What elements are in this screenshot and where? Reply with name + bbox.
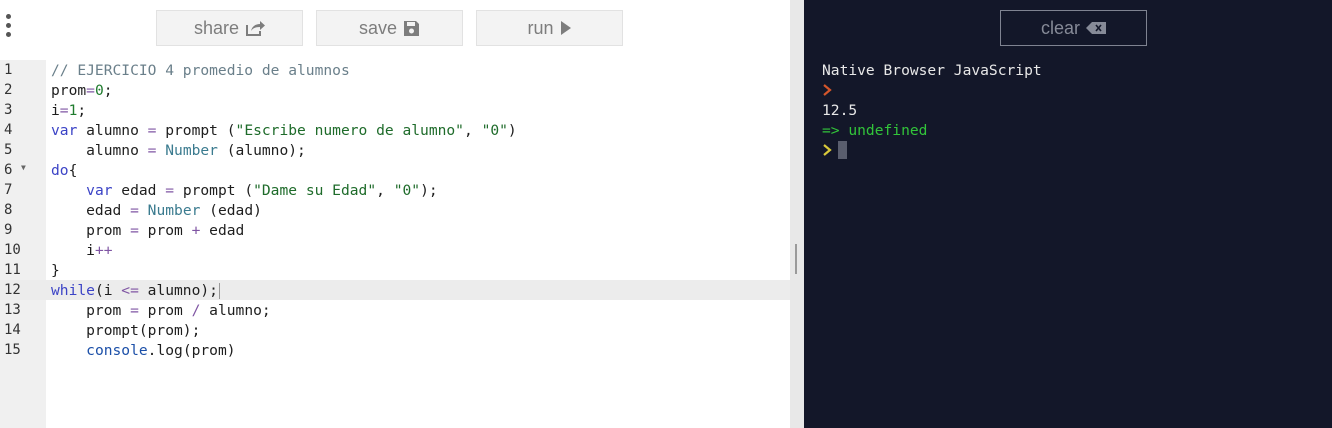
save-button[interactable]: save bbox=[316, 10, 463, 46]
play-icon bbox=[560, 21, 571, 35]
line-number: 15 bbox=[4, 342, 21, 358]
input-prompt-chevron-icon bbox=[823, 144, 832, 156]
prompt-chevron-icon bbox=[823, 84, 832, 96]
code-line[interactable]: 4 var alumno = prompt ("Escribe numero d… bbox=[0, 120, 790, 140]
line-text: prom = prom + edad bbox=[51, 221, 245, 239]
floppy-disk-icon bbox=[404, 20, 420, 36]
console-output: Native Browser JavaScript 12.5 => undefi… bbox=[822, 60, 1042, 160]
fold-arrow-icon[interactable]: ▼ bbox=[21, 163, 26, 172]
line-number: 10 bbox=[4, 242, 21, 258]
code-line[interactable]: 7 var edad = prompt ("Dame su Edad", "0"… bbox=[0, 180, 790, 200]
share-button[interactable]: share bbox=[156, 10, 303, 46]
console-cursor bbox=[838, 141, 847, 159]
console-title: Native Browser JavaScript bbox=[822, 61, 1042, 79]
line-text: // EJERCICIO 4 promedio de alumnos bbox=[51, 61, 350, 79]
save-label: save bbox=[358, 17, 398, 38]
code-line[interactable]: 9 prom = prom + edad bbox=[0, 220, 790, 240]
code-editor[interactable]: 1 // EJERCICIO 4 promedio de alumnos 2 p… bbox=[0, 60, 790, 360]
console-input-line[interactable] bbox=[822, 140, 1042, 160]
line-text: var alumno = prompt ("Escribe numero de … bbox=[51, 121, 517, 139]
code-line[interactable]: 2 prom=0; bbox=[0, 80, 790, 100]
code-line[interactable]: 13 prom = prom / alumno; bbox=[0, 300, 790, 320]
line-number: 5 bbox=[4, 142, 13, 158]
code-line[interactable]: 5 alumno = Number (alumno); bbox=[0, 140, 790, 160]
line-text: prom=0; bbox=[51, 81, 113, 99]
editor-pane: share save run 1 // EJERCICIO 4 promedio… bbox=[0, 0, 790, 428]
line-text: prom = prom / alumno; bbox=[51, 301, 271, 319]
code-line[interactable]: 8 edad = Number (edad) bbox=[0, 200, 790, 220]
line-number: 14 bbox=[4, 322, 21, 338]
line-text: alumno = Number (alumno); bbox=[51, 141, 306, 159]
run-button[interactable]: run bbox=[476, 10, 623, 46]
line-number: 3 bbox=[4, 102, 13, 118]
code-line[interactable]: 3 i=1; bbox=[0, 100, 790, 120]
line-text: prompt(prom); bbox=[51, 321, 201, 339]
code-line[interactable]: 6 ▼ do{ bbox=[0, 160, 790, 180]
run-label: run bbox=[527, 17, 554, 38]
share-arrow-icon bbox=[246, 21, 266, 36]
line-number: 12 bbox=[4, 282, 21, 298]
line-number: 4 bbox=[4, 122, 13, 138]
line-number-value: 6 bbox=[4, 162, 13, 178]
line-text: do{ bbox=[51, 161, 78, 179]
line-text: while(i <= alumno); bbox=[51, 281, 220, 299]
code-line[interactable]: 11 } bbox=[0, 260, 790, 280]
console-prompt-line bbox=[822, 80, 1042, 100]
console-pane[interactable]: clear Native Browser JavaScript 12.5 => … bbox=[804, 0, 1332, 428]
clear-label: clear bbox=[1040, 17, 1080, 38]
splitter-grip[interactable] bbox=[795, 244, 797, 274]
code-line[interactable]: 10 i++ bbox=[0, 240, 790, 260]
line-number: 7 bbox=[4, 182, 13, 198]
code-line[interactable]: 1 // EJERCICIO 4 promedio de alumnos bbox=[0, 60, 790, 80]
line-number: 11 bbox=[4, 262, 21, 278]
backspace-icon bbox=[1086, 22, 1106, 34]
line-text: i=1; bbox=[51, 101, 87, 119]
code-line-active[interactable]: 12 while(i <= alumno); bbox=[0, 280, 790, 300]
code-line[interactable]: 15 console.log(prom) bbox=[0, 340, 790, 360]
clear-button[interactable]: clear bbox=[1000, 10, 1147, 46]
line-number: 8 bbox=[4, 202, 13, 218]
console-result: => undefined bbox=[822, 121, 928, 139]
kebab-menu-icon[interactable] bbox=[4, 14, 14, 42]
line-number: 2 bbox=[4, 82, 13, 98]
line-text: } bbox=[51, 261, 60, 279]
line-text: console.log(prom) bbox=[86, 341, 236, 359]
line-text: i++ bbox=[51, 241, 113, 259]
line-number: 1 bbox=[4, 62, 13, 78]
line-number: 6 ▼ bbox=[0, 162, 46, 178]
line-number: 13 bbox=[4, 302, 21, 318]
code-line[interactable]: 14 prompt(prom); bbox=[0, 320, 790, 340]
line-text: var edad = prompt ("Dame su Edad", "0"); bbox=[86, 181, 438, 199]
share-label: share bbox=[193, 17, 240, 38]
line-number: 9 bbox=[4, 222, 13, 238]
console-output-value: 12.5 bbox=[822, 101, 858, 119]
line-text: edad = Number (edad) bbox=[51, 201, 262, 219]
pane-splitter[interactable] bbox=[790, 0, 804, 428]
